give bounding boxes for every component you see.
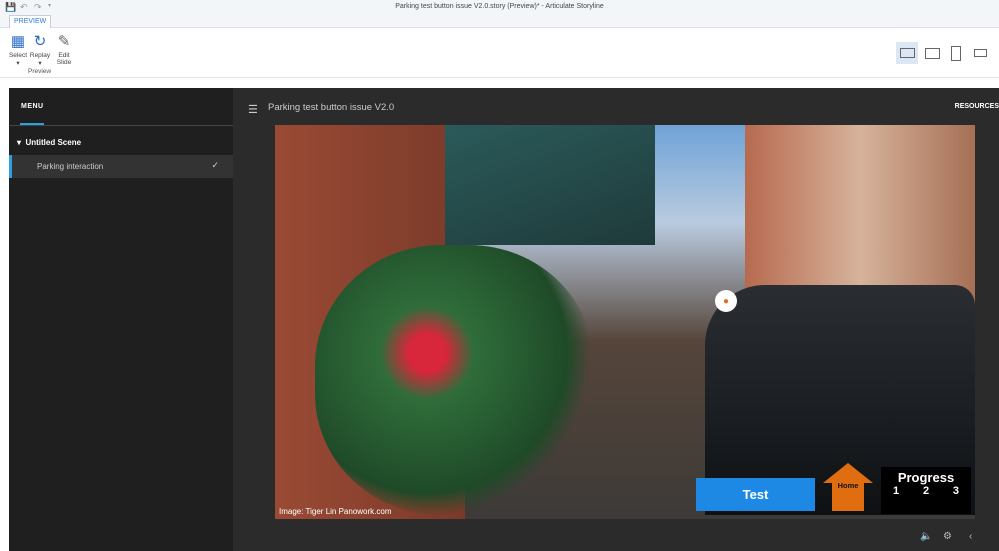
ribbon: ▦ Select ▾ ↻ Replay ▾ ✎ Edit Slide Preview <box>0 28 999 78</box>
select-button[interactable]: ▦ Select ▾ <box>7 32 29 67</box>
ribbon-tabs: PREVIEW <box>0 14 999 29</box>
select-label: Select <box>8 52 28 59</box>
player-title: Parking test button issue V2.0 <box>268 102 395 113</box>
home-roof <box>823 463 873 483</box>
phone-landscape-icon[interactable] <box>969 42 991 64</box>
group-label: Preview <box>28 68 52 75</box>
progress-step: 2 <box>922 485 930 497</box>
hamburger-icon[interactable]: ☰ <box>248 103 258 116</box>
progress-panel: Progress 1 2 3 <box>881 467 971 514</box>
slide-canvas: ● Image: Tiger Lin Panowork.com Test Hom… <box>275 125 975 519</box>
tablet-landscape-icon[interactable] <box>921 42 943 64</box>
story-player: MENU ▾ Untitled Scene Parking interactio… <box>9 88 999 551</box>
image-credit: Image: Tiger Lin Panowork.com <box>279 507 392 516</box>
edit-slide-label: Edit Slide <box>56 52 72 66</box>
home-label: Home <box>837 481 859 490</box>
menu-sidebar: MENU ▾ Untitled Scene Parking interactio… <box>9 88 233 551</box>
replay-label: Replay <box>29 52 51 59</box>
window-title: Parking test button issue V2.0.story (Pr… <box>395 3 604 10</box>
scene-label: Untitled Scene <box>25 138 82 147</box>
menu-heading[interactable]: MENU <box>21 103 44 110</box>
test-button[interactable]: Test <box>696 478 815 511</box>
title-bar: 💾 ↶ ↷ ▾ Parking test button issue V2.0.s… <box>0 0 999 14</box>
progress-step: 1 <box>893 485 900 497</box>
progress-heading: Progress <box>897 470 955 485</box>
settings-gear-icon[interactable]: ⚙ <box>943 531 952 542</box>
desktop-view-icon[interactable] <box>896 42 918 64</box>
edit-slide-button[interactable]: ✎ Edit Slide <box>53 32 75 66</box>
check-icon: ✓ <box>211 160 219 170</box>
replay-icon: ↻ <box>33 33 47 50</box>
location-hotspot-icon[interactable]: ● <box>715 290 737 312</box>
replay-button[interactable]: ↻ Replay ▾ <box>29 32 51 67</box>
tab-preview[interactable]: PREVIEW <box>9 15 52 29</box>
menu-item-label: Parking interaction <box>37 162 104 171</box>
volume-icon[interactable]: 🔈 <box>920 531 932 542</box>
flower-planter <box>315 245 595 515</box>
home-button[interactable]: Home <box>823 463 873 511</box>
progress-step: 3 <box>952 485 959 497</box>
canopy <box>445 125 655 245</box>
menu-item-parking-interaction[interactable]: Parking interaction ✓ <box>9 155 233 178</box>
select-icon: ▦ <box>10 33 26 50</box>
scene-item[interactable]: ▾ Untitled Scene <box>17 138 81 147</box>
previous-slide-icon[interactable]: ‹ <box>969 531 972 542</box>
divider <box>9 125 233 126</box>
edit-slide-icon: ✎ <box>57 33 71 50</box>
resources-button[interactable]: RESOURCES <box>955 103 999 110</box>
tablet-portrait-icon[interactable] <box>945 42 967 64</box>
